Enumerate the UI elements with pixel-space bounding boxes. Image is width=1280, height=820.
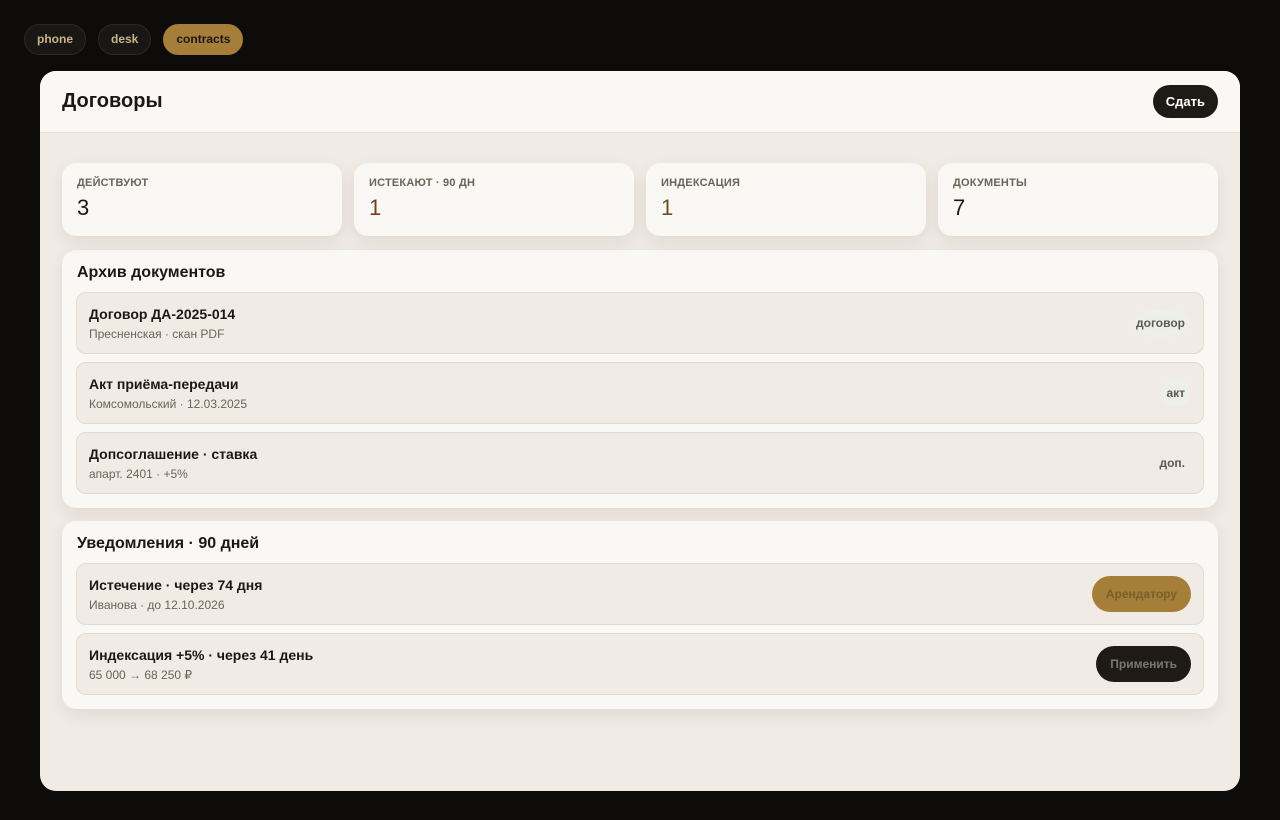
archive-title: Архив документов bbox=[77, 264, 226, 281]
stat-value: 7 bbox=[953, 195, 966, 220]
document-type-badge: доп. bbox=[1159, 456, 1185, 470]
document-type-badge: акт bbox=[1160, 378, 1191, 408]
document-row[interactable]: Допсоглашение · ставка апарт. 2401 · +5%… bbox=[76, 432, 1204, 494]
document-type-badge: договор bbox=[1130, 308, 1191, 338]
top-bar: Договоры Сдать bbox=[40, 71, 1240, 133]
page-title: Договоры bbox=[62, 90, 163, 112]
document-info: Договор ДА-2025-014 Пресненская · скан P… bbox=[89, 306, 235, 341]
stat-value: 1 bbox=[661, 195, 674, 220]
contracts-window: Договоры Сдать ДЕЙСТВУЮТ 3 ИСТЕКАЮТ · 90… bbox=[40, 71, 1240, 791]
tab-desk[interactable]: desk bbox=[98, 24, 152, 55]
stat-card-indexation: ИНДЕКСАЦИЯ 1 bbox=[646, 163, 926, 236]
notification-row: Индексация +5% · через 41 день 65 000 → … bbox=[76, 633, 1204, 695]
stat-card-active: ДЕЙСТВУЮТ 3 bbox=[62, 163, 342, 236]
notify-tenant-button[interactable]: Арендатору bbox=[1091, 576, 1191, 612]
notification-title: Истечение · через 74 дня bbox=[89, 576, 263, 593]
notification-subtitle: Иванова · до 12.10.2026 bbox=[89, 597, 225, 612]
document-title: Акт приёма-передачи bbox=[89, 375, 239, 392]
tab-contracts[interactable]: contracts bbox=[163, 24, 244, 55]
document-row[interactable]: Акт приёма-передачи Комсомольский · 12.0… bbox=[76, 362, 1204, 424]
notification-info: Индексация +5% · через 41 день 65 000 → … bbox=[89, 647, 313, 682]
stat-label: ДОКУМЕНТЫ bbox=[953, 177, 1027, 189]
document-subtitle: Комсомольский · 12.03.2025 bbox=[89, 396, 248, 411]
document-title: Допсоглашение · ставка bbox=[89, 445, 258, 462]
submit-button[interactable]: Сдать bbox=[1152, 85, 1218, 118]
notifications-title: Уведомления · 90 дней bbox=[77, 535, 260, 552]
notification-info: Истечение · через 74 дня Иванова · до 12… bbox=[89, 577, 262, 612]
document-title: Договор ДА-2025-014 bbox=[89, 305, 236, 322]
notifications-panel: Уведомления · 90 дней Истечение · через … bbox=[62, 521, 1218, 709]
document-row[interactable]: Договор ДА-2025-014 Пресненская · скан P… bbox=[76, 292, 1204, 354]
document-subtitle: апарт. 2401 · +5% bbox=[89, 466, 188, 481]
stat-label: ИНДЕКСАЦИЯ bbox=[661, 177, 741, 189]
stat-value: 3 bbox=[77, 195, 90, 220]
document-info: Допсоглашение · ставка апарт. 2401 · +5% bbox=[89, 446, 257, 481]
stats-row: ДЕЙСТВУЮТ 3 ИСТЕКАЮТ · 90 ДН 1 ИНДЕКСАЦИ… bbox=[62, 163, 1218, 236]
stat-label: ИСТЕКАЮТ · 90 ДН bbox=[369, 177, 476, 189]
view-tabs: phone desk contracts bbox=[24, 24, 244, 55]
document-info: Акт приёма-передачи Комсомольский · 12.0… bbox=[89, 376, 247, 411]
stat-card-documents: ДОКУМЕНТЫ 7 bbox=[938, 163, 1218, 236]
notification-title: Индексация +5% · через 41 день bbox=[89, 646, 314, 663]
apply-indexation-button[interactable]: Применить bbox=[1096, 646, 1191, 682]
notification-subtitle: 65 000 → 68 250 ₽ bbox=[89, 667, 193, 682]
stat-label: ДЕЙСТВУЮТ bbox=[77, 177, 149, 189]
archive-panel: Архив документов Договор ДА-2025-014 Пре… bbox=[62, 250, 1218, 508]
notification-row: Истечение · через 74 дня Иванова · до 12… bbox=[76, 563, 1204, 625]
tab-phone[interactable]: phone bbox=[24, 24, 86, 55]
main-content: ДЕЙСТВУЮТ 3 ИСТЕКАЮТ · 90 ДН 1 ИНДЕКСАЦИ… bbox=[40, 133, 1240, 709]
stat-value: 1 bbox=[369, 195, 382, 220]
document-subtitle: Пресненская · скан PDF bbox=[89, 326, 225, 341]
stat-card-expiring: ИСТЕКАЮТ · 90 ДН 1 bbox=[354, 163, 634, 236]
